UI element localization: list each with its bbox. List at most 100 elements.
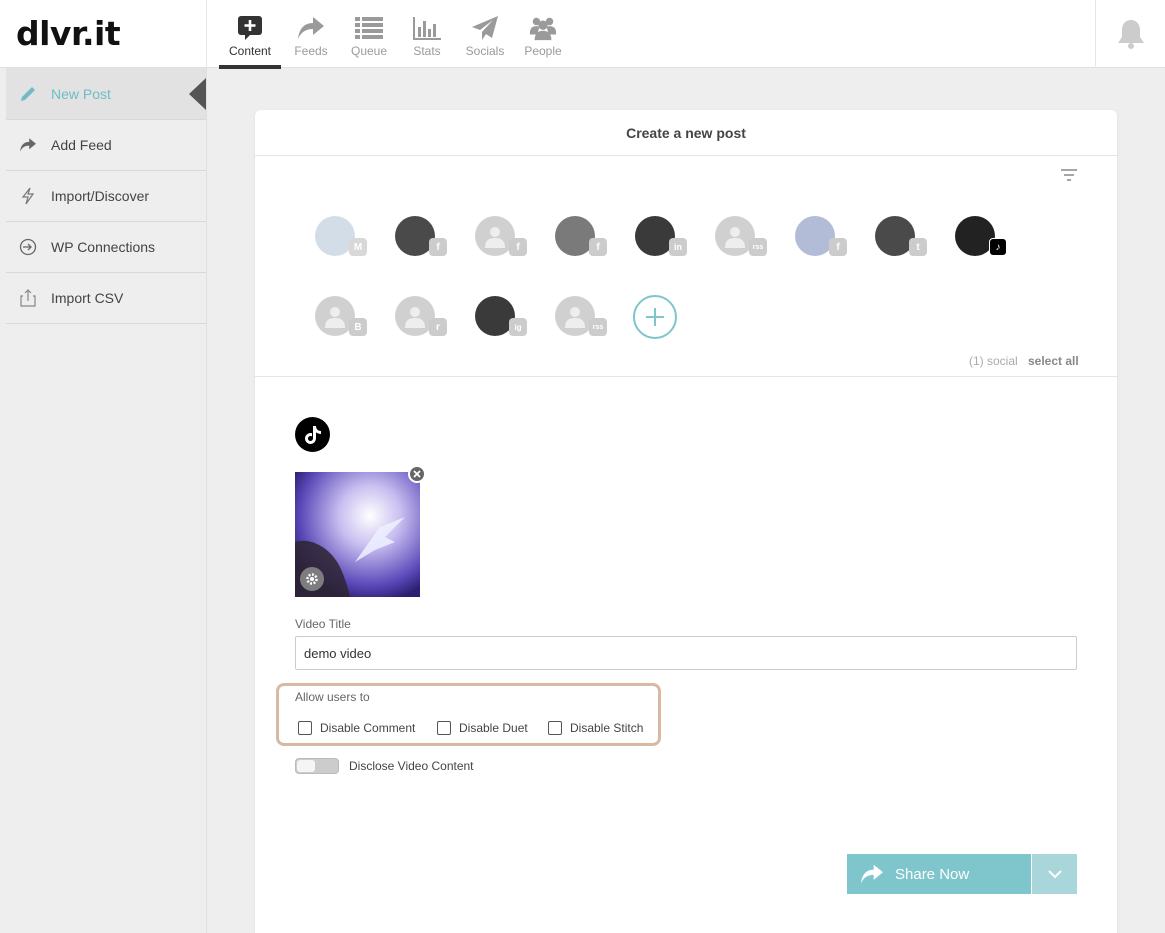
- share-arrow-icon: [861, 864, 883, 884]
- disable-duet-checkbox[interactable]: Disable Duet: [437, 721, 528, 735]
- media-settings-button[interactable]: [300, 567, 324, 591]
- plus-icon: [646, 308, 664, 326]
- share-now-button[interactable]: Share Now: [847, 854, 1031, 894]
- list-icon: [355, 14, 383, 42]
- nav-queue[interactable]: Queue: [341, 0, 397, 68]
- create-post-card: Create a new post M f f f in rss f t ♪ B…: [255, 110, 1117, 933]
- user-placeholder-icon: [485, 227, 505, 248]
- social-avatar-tiktok[interactable]: ♪: [955, 216, 1007, 256]
- sidebar-item-new-post[interactable]: New Post: [6, 68, 206, 120]
- facebook-icon: f: [829, 238, 847, 256]
- nav-people[interactable]: People: [515, 0, 571, 68]
- share-arrow-icon: [19, 136, 37, 154]
- sign-in-icon: [19, 238, 37, 256]
- sidebar-item-import-csv[interactable]: Import CSV: [6, 273, 206, 324]
- nav-stats[interactable]: Stats: [399, 0, 455, 68]
- facebook-icon: f: [509, 238, 527, 256]
- close-icon: [413, 470, 421, 478]
- checkbox-label: Disable Duet: [459, 721, 528, 735]
- nav-queue-label: Queue: [350, 44, 388, 58]
- checkbox-label: Disable Comment: [320, 721, 416, 735]
- card-title: Create a new post: [255, 110, 1117, 156]
- sidebar-item-label: Import CSV: [51, 290, 124, 306]
- user-placeholder-icon: [325, 307, 345, 328]
- sidebar-item-label: Import/Discover: [51, 188, 150, 204]
- bar-chart-icon: [413, 14, 441, 42]
- sidebar-item-label: New Post: [51, 85, 111, 102]
- disclose-video-toggle[interactable]: [295, 758, 339, 774]
- nav-content-label: Content: [228, 44, 272, 58]
- facebook-icon: f: [429, 238, 447, 256]
- blogger-icon: B: [349, 318, 367, 336]
- share-arrow-icon: [297, 14, 325, 42]
- disable-stitch-checkbox[interactable]: Disable Stitch: [548, 721, 643, 735]
- rss-icon: rss: [589, 318, 607, 336]
- sidebar-item-add-feed[interactable]: Add Feed: [6, 120, 206, 171]
- nav-feeds-label: Feeds: [294, 44, 328, 58]
- tiktok-network-chip[interactable]: [295, 417, 330, 452]
- logo[interactable]: dlvr.it: [16, 14, 121, 53]
- notifications-button[interactable]: [1095, 0, 1165, 68]
- share-options-dropdown[interactable]: [1031, 854, 1077, 894]
- selected-social-count: (1) social: [969, 354, 1018, 368]
- tiktok-icon: [304, 425, 321, 444]
- disable-comment-checkbox[interactable]: Disable Comment: [298, 721, 415, 735]
- share-control: Share Now: [847, 854, 1077, 894]
- social-avatar-facebook-2[interactable]: f: [475, 216, 527, 256]
- user-placeholder-icon: [405, 307, 425, 328]
- video-title-label: Video Title: [295, 617, 351, 631]
- disclose-video-label: Disclose Video Content: [349, 759, 474, 773]
- share-now-label: Share Now: [895, 865, 970, 883]
- pencil-icon: [19, 85, 37, 103]
- divider: [255, 376, 1117, 377]
- filter-icon: [1061, 169, 1077, 181]
- checkbox-label: Disable Stitch: [570, 721, 644, 735]
- filter-button[interactable]: [1058, 167, 1080, 183]
- social-avatar-twitter[interactable]: t: [875, 216, 927, 256]
- user-placeholder-icon: [725, 227, 745, 248]
- checkbox-box[interactable]: [437, 721, 451, 735]
- tiktok-icon: ♪: [989, 238, 1007, 256]
- social-avatar-linkedin[interactable]: in: [635, 216, 687, 256]
- remove-media-button[interactable]: [408, 465, 426, 483]
- main-nav: Content Feeds Queue Stats Socials People: [219, 0, 573, 69]
- add-social-button[interactable]: [633, 295, 677, 339]
- sidebar-item-label: WP Connections: [51, 239, 156, 255]
- social-avatar-rss-1[interactable]: rss: [715, 216, 767, 256]
- social-avatar-blogger[interactable]: B: [315, 296, 367, 336]
- social-avatar-instagram[interactable]: ig: [475, 296, 527, 336]
- nav-people-label: People: [524, 44, 562, 58]
- gear-icon: [306, 573, 318, 585]
- nav-feeds[interactable]: Feeds: [283, 0, 339, 68]
- paper-plane-icon: [471, 14, 499, 42]
- social-avatar-mastodon[interactable]: M: [315, 216, 367, 256]
- sidebar: New Post Add Feed Import/Discover WP Con…: [0, 68, 207, 933]
- video-title-input[interactable]: [295, 636, 1077, 670]
- nav-socials-label: Socials: [465, 44, 505, 58]
- nav-content[interactable]: Content: [219, 0, 281, 69]
- social-avatar-facebook-3[interactable]: f: [555, 216, 607, 256]
- twitter-icon: t: [909, 238, 927, 256]
- sidebar-item-import-discover[interactable]: Import/Discover: [6, 171, 206, 222]
- lightning-icon: [19, 187, 37, 205]
- select-all-link[interactable]: select all: [1028, 354, 1079, 368]
- sidebar-item-wp-connections[interactable]: WP Connections: [6, 222, 206, 273]
- allow-users-label: Allow users to: [295, 690, 370, 704]
- nav-socials[interactable]: Socials: [457, 0, 513, 68]
- social-avatar-facebook-4[interactable]: f: [795, 216, 847, 256]
- checkbox-box[interactable]: [298, 721, 312, 735]
- bell-icon: [1117, 20, 1144, 49]
- instagram-icon: ig: [509, 318, 527, 336]
- social-avatar-rss-2[interactable]: rss: [555, 296, 607, 336]
- people-icon: [529, 14, 557, 42]
- nav-stats-label: Stats: [413, 44, 441, 58]
- linkedin-icon: in: [669, 238, 687, 256]
- social-avatar-facebook-1[interactable]: f: [395, 216, 447, 256]
- checkbox-box[interactable]: [548, 721, 562, 735]
- toggle-knob: [297, 760, 315, 772]
- social-avatar-reddit[interactable]: r: [395, 296, 447, 336]
- mastodon-icon: M: [349, 238, 367, 256]
- rss-icon: rss: [749, 238, 767, 256]
- upload-icon: [19, 289, 37, 307]
- logo-area: dlvr.it: [0, 0, 207, 68]
